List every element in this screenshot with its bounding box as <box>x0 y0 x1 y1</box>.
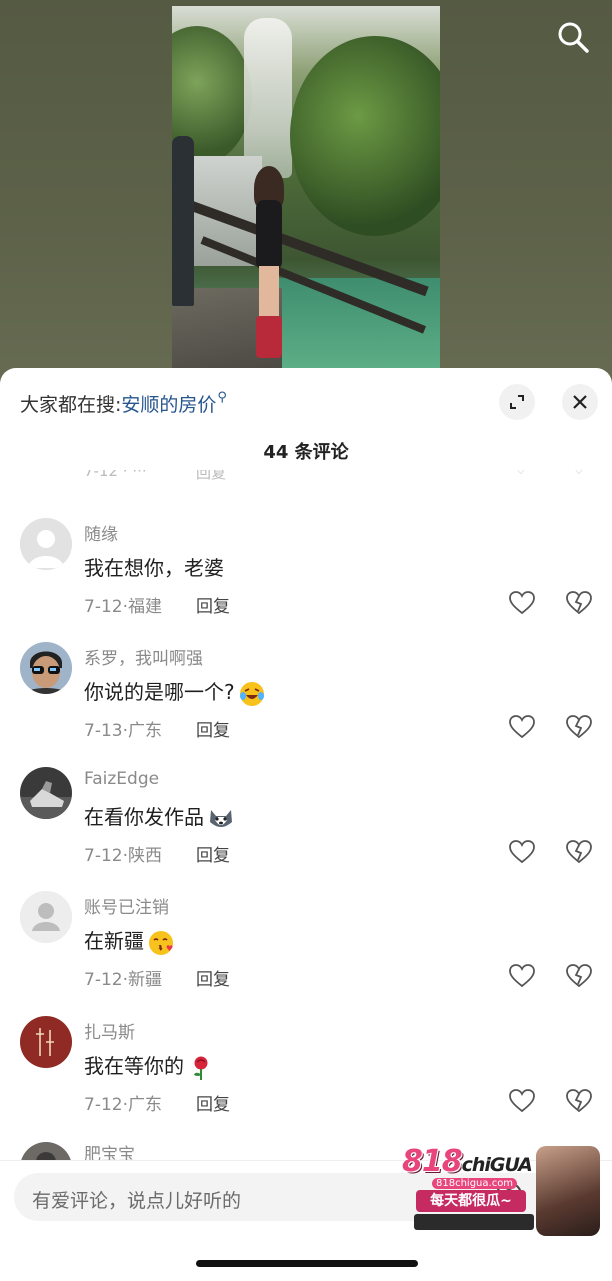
comment-item: 扎马斯 我在等你的 7-12·广东 回复 <box>0 1016 612 1136</box>
watermark-photo <box>536 1146 600 1236</box>
comment-count-title: 44 条评论 <box>0 438 612 464</box>
comment-input-placeholder: 有爱评论，说点儿好听的 <box>32 1190 242 1212</box>
default-avatar-icon <box>20 518 72 570</box>
reply-button[interactable]: 回复 <box>196 841 230 866</box>
reply-button[interactable]: 回复 <box>196 965 230 990</box>
video-player[interactable] <box>172 6 440 368</box>
comment-item: 系罗，我叫啊强 你说的是哪一个? 7-13·广东 回复 <box>0 642 612 762</box>
scrolled-comment-remnant: 7-12 · ···回复 ♡♡ <box>84 470 585 482</box>
hot-search-prefix: 大家都在搜: <box>20 394 122 416</box>
comment-meta: 7-12·福建 <box>84 597 162 617</box>
small-search-icon: ⚲ <box>217 390 227 405</box>
bystander-figure <box>172 136 194 306</box>
broken-heart-icon[interactable] <box>566 1088 592 1114</box>
search-icon[interactable] <box>556 20 590 54</box>
expand-icon <box>510 395 524 409</box>
comment-username[interactable]: 账号已注销 <box>84 893 169 918</box>
husky-emoji-icon <box>210 809 232 827</box>
comment-item: 随缘 我在想你，老婆 7-12·福建 回复 <box>0 518 612 638</box>
site-watermark: 818chiGUA 818chigua.com 每天都很瓜~ <box>396 1138 604 1238</box>
comment-username[interactable]: FaizEdge <box>84 769 159 789</box>
watermark-logo: 818chiGUA <box>402 1144 533 1179</box>
woman-figure <box>250 166 286 366</box>
red-calligraphy-avatar <box>20 1016 72 1068</box>
shoe-photo-avatar <box>20 767 72 819</box>
reply-button[interactable]: 回复 <box>196 592 230 617</box>
comment-text: 在新疆 <box>84 925 174 956</box>
comment-item: 账号已注销 在新疆 7-12·新疆 回复 <box>0 891 612 1011</box>
hot-search-link[interactable]: 安顺的房价 <box>121 394 216 416</box>
comment-text: 我在等你的 <box>84 1050 214 1081</box>
laughing-tears-emoji-icon <box>239 681 264 706</box>
comment-text: 在看你发作品 <box>84 801 234 832</box>
scenery <box>290 36 440 236</box>
avatar[interactable] <box>20 1016 72 1068</box>
comment-meta: 7-12·陕西 <box>84 846 162 866</box>
comment-text: 你说的是哪一个? <box>84 676 265 707</box>
heart-icon[interactable] <box>509 839 535 865</box>
broken-heart-icon[interactable] <box>566 714 592 740</box>
watermark-url: 818chigua.com <box>432 1178 518 1189</box>
avatar[interactable] <box>20 518 72 570</box>
comment-username[interactable]: 系罗，我叫啊强 <box>84 644 203 669</box>
avatar[interactable] <box>20 891 72 943</box>
sunglasses-man-avatar <box>20 642 72 694</box>
watermark-slogan: 每天都很瓜~ <box>416 1190 526 1212</box>
heart-icon[interactable] <box>509 590 535 616</box>
comment-meta: 7-13·广东 <box>84 721 162 741</box>
comment-count: 44 <box>263 442 289 463</box>
broken-heart-icon[interactable] <box>566 839 592 865</box>
comment-username[interactable]: 随缘 <box>84 520 118 545</box>
reply-button[interactable]: 回复 <box>196 716 230 741</box>
watermark-band <box>414 1214 534 1230</box>
broken-heart-icon[interactable] <box>566 590 592 616</box>
kiss-emoji-icon <box>149 930 173 955</box>
deleted-user-avatar <box>20 891 72 943</box>
scenery <box>244 18 292 178</box>
heart-icon[interactable] <box>509 963 535 989</box>
comment-meta: 7-12·广东 <box>84 1095 162 1115</box>
reply-button[interactable]: 回复 <box>196 1090 230 1115</box>
avatar[interactable] <box>20 767 72 819</box>
avatar[interactable] <box>20 642 72 694</box>
heart-icon[interactable] <box>509 1088 535 1114</box>
heart-icon[interactable] <box>509 714 535 740</box>
hot-search-bar[interactable]: 大家都在搜:安顺的房价⚲ <box>20 390 227 417</box>
comment-item: FaizEdge 在看你发作品 7-12·陕西 回复 <box>0 767 612 887</box>
comment-count-suffix: 条评论 <box>294 442 349 463</box>
broken-heart-icon[interactable] <box>566 963 592 989</box>
expand-button[interactable] <box>499 384 535 420</box>
comment-username[interactable]: 扎马斯 <box>84 1018 135 1043</box>
comment-text: 我在想你，老婆 <box>84 556 224 580</box>
close-icon <box>573 395 587 409</box>
comment-meta: 7-12·新疆 <box>84 970 162 990</box>
close-button[interactable] <box>562 384 598 420</box>
home-indicator <box>196 1260 418 1267</box>
rose-emoji-icon <box>194 1056 208 1080</box>
